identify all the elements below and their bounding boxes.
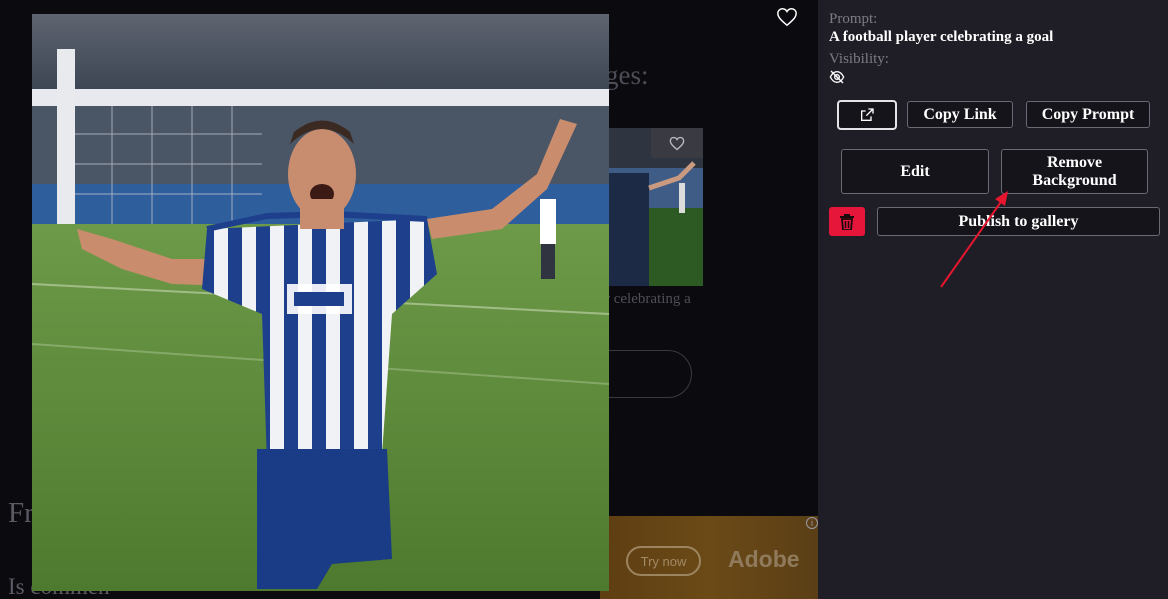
favorite-heart-icon[interactable] [776,6,798,28]
background-image-card[interactable] [609,128,703,286]
background-heading: ges: [605,60,649,90]
heart-icon [669,136,685,150]
ad-try-now-button[interactable]: Try now [626,546,701,576]
delete-button[interactable] [829,207,865,236]
trash-icon [840,213,854,230]
ad-banner[interactable]: Try now Adobe i [600,516,818,599]
edit-button[interactable]: Edit [841,149,989,194]
open-external-button[interactable] [837,100,897,130]
copy-link-button[interactable]: Copy Link [907,101,1013,128]
copy-prompt-button[interactable]: Copy Prompt [1026,101,1150,128]
background-text-fr: Fr [8,497,34,529]
prompt-value: A football player celebrating a goal [829,29,1054,45]
external-link-icon [861,108,874,121]
prompt-label: Prompt: [829,11,878,27]
ad-info-icon[interactable]: i [806,517,818,529]
app-stage: ges: r celebrating a Fr Is commen Try no… [0,0,1168,599]
image-details-panel: Prompt: A football player celebrating a … [818,0,1168,599]
background-card-caption: r celebrating a [605,291,691,307]
remove-background-button[interactable]: Remove Background [1001,149,1148,194]
generated-image [32,14,609,591]
publish-to-gallery-button[interactable]: Publish to gallery [877,207,1160,236]
eye-off-icon[interactable] [829,69,845,85]
visibility-label: Visibility: [829,51,889,67]
background-card-favorite[interactable] [651,128,703,158]
ad-brand-logo: Adobe [728,546,800,572]
